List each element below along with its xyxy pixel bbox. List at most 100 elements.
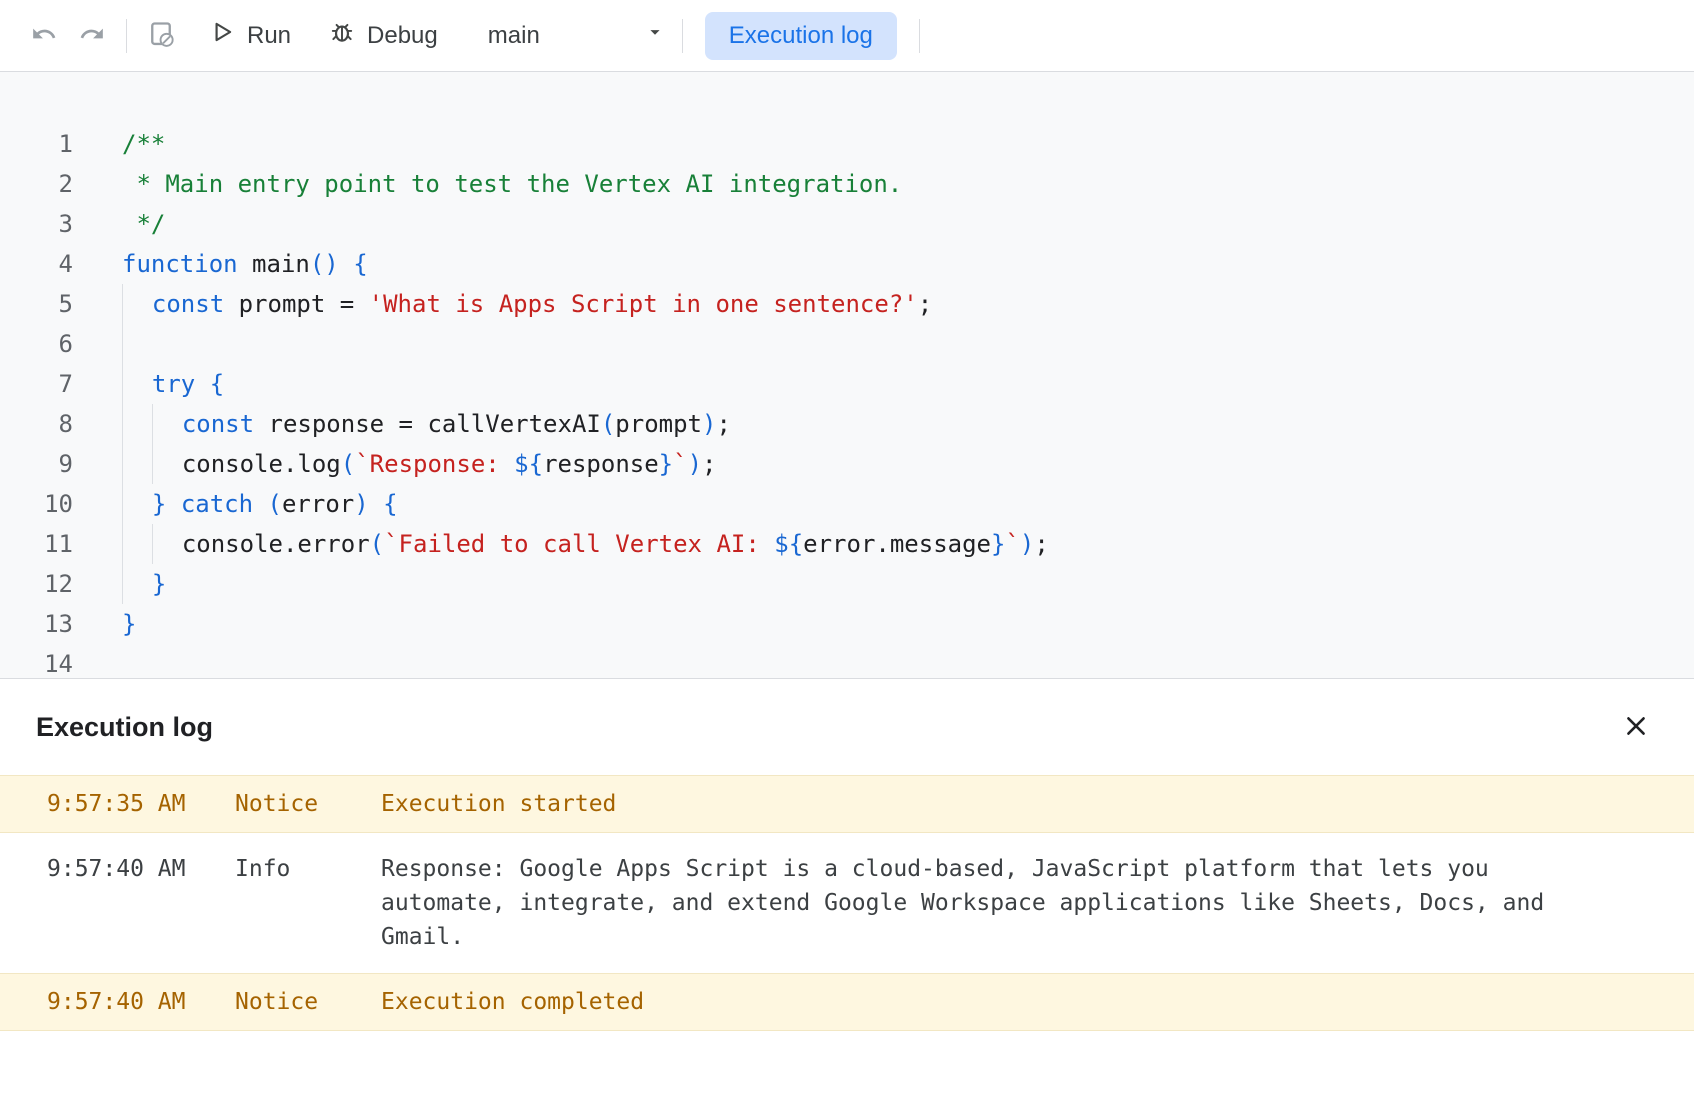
code-line[interactable]: const response = callVertexAI(prompt); (122, 404, 1694, 444)
indent-guide (152, 404, 182, 444)
code-token (166, 484, 180, 524)
run-icon (209, 19, 235, 52)
line-number[interactable]: 8 (0, 404, 73, 444)
code-token: ` (1005, 524, 1019, 564)
code-token: } (991, 524, 1005, 564)
code-line[interactable]: console.log(`Response: ${response}`); (122, 444, 1694, 484)
log-message: Execution completed (381, 985, 1581, 1019)
indent-guide (122, 324, 152, 364)
code-token: () (310, 244, 339, 284)
code-line[interactable] (122, 324, 1694, 364)
code-token: error (282, 484, 354, 524)
close-button[interactable] (1614, 705, 1658, 749)
code-token: ; (918, 284, 932, 324)
code-line[interactable] (122, 644, 1694, 678)
toolbar-divider (126, 19, 127, 53)
log-entries: 9:57:35 AMNoticeExecution started9:57:40… (0, 775, 1694, 1031)
code-line[interactable]: * Main entry point to test the Vertex AI… (122, 164, 1694, 204)
code-line[interactable]: try { (122, 364, 1694, 404)
log-level: Notice (235, 985, 381, 1019)
code-token: } (659, 444, 673, 484)
code-line[interactable]: */ (122, 204, 1694, 244)
code-token: console.error (182, 524, 370, 564)
undo-button[interactable] (20, 12, 68, 60)
code-line[interactable]: } (122, 564, 1694, 604)
line-number[interactable]: 3 (0, 204, 73, 244)
line-number[interactable]: 2 (0, 164, 73, 204)
code-token: { (210, 364, 224, 404)
function-selector[interactable]: main (476, 12, 672, 60)
indent-guide (122, 484, 152, 524)
code-line[interactable]: console.error(`Failed to call Vertex AI:… (122, 524, 1694, 564)
log-level: Notice (235, 787, 381, 821)
toolbar: Run Debug main Execution log (0, 0, 1694, 72)
line-number[interactable]: 9 (0, 444, 73, 484)
line-number[interactable]: 5 (0, 284, 73, 324)
code-token (369, 484, 383, 524)
log-time: 9:57:40 AM (47, 985, 235, 1019)
code-token: ( (601, 404, 615, 444)
line-numbers: 1234567891011121314 (0, 124, 73, 678)
code-token: console.log (182, 444, 341, 484)
function-selector-value: main (488, 22, 540, 50)
debug-icon (329, 19, 355, 52)
code-token: { (353, 244, 367, 284)
line-number[interactable]: 4 (0, 244, 73, 284)
debug-label: Debug (367, 22, 438, 50)
code-token: main (238, 244, 310, 284)
code-token: error.message (803, 524, 991, 564)
code-token: ` (673, 444, 687, 484)
code-token: prompt (615, 404, 702, 444)
code-token: ( (341, 444, 355, 484)
line-number[interactable]: 14 (0, 644, 73, 678)
code-token: ) (702, 404, 716, 444)
code-token: ) (1020, 524, 1034, 564)
toolbar-divider (919, 19, 920, 53)
log-time: 9:57:35 AM (47, 787, 235, 821)
log-entry: 9:57:40 AMNoticeExecution completed (0, 973, 1694, 1031)
indent-guide (122, 444, 152, 484)
indent-guide (152, 524, 182, 564)
save-project-icon (147, 20, 175, 51)
code-line[interactable]: const prompt = 'What is Apps Script in o… (122, 284, 1694, 324)
line-number[interactable]: 7 (0, 364, 73, 404)
redo-icon (79, 21, 105, 50)
code-token: ) (354, 484, 368, 524)
code-token: ( (268, 484, 282, 524)
undo-icon (31, 21, 57, 50)
line-number[interactable]: 6 (0, 324, 73, 364)
execution-log-panel: Execution log 9:57:35 AMNoticeExecution … (0, 678, 1694, 1031)
debug-button[interactable]: Debug (315, 12, 452, 60)
indent-guide (122, 564, 152, 604)
close-icon (1622, 712, 1650, 743)
code-editor[interactable]: 1234567891011121314 /** * Main entry poi… (0, 72, 1694, 678)
code-token: /** (122, 124, 165, 164)
redo-button[interactable] (68, 12, 116, 60)
line-number[interactable]: 10 (0, 484, 73, 524)
indent-guide (122, 404, 152, 444)
code-lines: /** * Main entry point to test the Verte… (73, 124, 1694, 678)
code-line[interactable]: } catch (error) { (122, 484, 1694, 524)
code-line[interactable]: /** (122, 124, 1694, 164)
code-token: response (543, 444, 659, 484)
execution-log-button[interactable]: Execution log (705, 12, 897, 60)
dropdown-caret-icon (644, 21, 666, 50)
log-time: 9:57:40 AM (47, 852, 235, 954)
code-token: */ (122, 204, 165, 244)
code-token (339, 244, 353, 284)
line-number[interactable]: 13 (0, 604, 73, 644)
line-number[interactable]: 12 (0, 564, 73, 604)
code-token: { (383, 484, 397, 524)
code-token: prompt = (224, 284, 369, 324)
code-line[interactable]: function main() { (122, 244, 1694, 284)
code-line[interactable]: } (122, 604, 1694, 644)
code-token: } (152, 564, 166, 604)
log-message: Execution started (381, 787, 1581, 821)
log-level: Info (235, 852, 381, 954)
line-number[interactable]: 11 (0, 524, 73, 564)
save-project-button[interactable] (137, 12, 185, 60)
line-number[interactable]: 1 (0, 124, 73, 164)
run-button[interactable]: Run (195, 12, 305, 60)
code-token: ( (370, 524, 384, 564)
code-token: function (122, 244, 238, 284)
